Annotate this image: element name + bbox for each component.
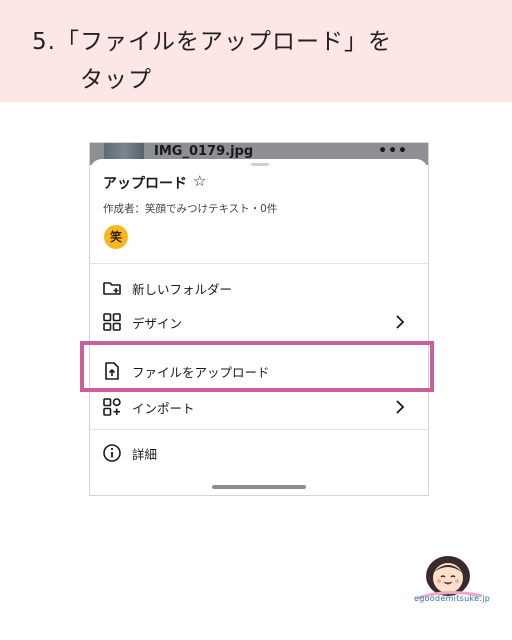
menu-label-new-folder: 新しいフォルダー — [132, 282, 233, 297]
menu-label-details: 詳細 — [132, 447, 158, 462]
divider — [90, 263, 428, 264]
menu-label-design: デザイン — [132, 316, 183, 331]
menu-item-design[interactable]: デザイン — [90, 304, 428, 340]
info-icon — [103, 444, 121, 462]
menu-item-new-folder[interactable]: 新しいフォルダー — [90, 270, 428, 306]
instruction-line-1: 5.「ファイルをアップロード」を — [32, 29, 392, 55]
more-options-icon[interactable]: ••• — [378, 143, 408, 159]
sheet-grabber[interactable] — [251, 163, 269, 166]
instruction-line-2: タップ — [80, 67, 152, 93]
logo-text: egoodemitsuke.jp — [414, 594, 491, 603]
menu-item-details[interactable]: 詳細 — [90, 435, 428, 471]
phone-screenshot: IMG_0179.jpg ••• アップロード ☆ 作成者：笑顔でみつけテキスト… — [89, 142, 429, 496]
folder-plus-icon — [103, 282, 121, 295]
menu-item-import[interactable]: インポート — [90, 389, 428, 425]
import-icon — [103, 398, 121, 416]
file-name: IMG_0179.jpg — [154, 144, 254, 159]
home-indicator[interactable] — [212, 485, 306, 489]
folder-meta: 作成者：笑顔でみつけテキスト・0件 — [103, 203, 278, 215]
menu-label-import: インポート — [132, 401, 195, 416]
star-icon[interactable]: ☆ — [193, 172, 206, 190]
sheet-title: アップロード — [103, 176, 187, 192]
chevron-right-icon — [396, 315, 405, 329]
instruction-banner: 5.「ファイルをアップロード」を タップ — [0, 0, 512, 102]
divider — [90, 429, 428, 430]
grid-icon — [103, 313, 121, 331]
chevron-right-icon — [396, 400, 405, 414]
avatar: 笑 — [104, 225, 128, 249]
action-sheet: アップロード ☆ 作成者：笑顔でみつけテキスト・0件 笑 新しいフォルダー デザ… — [90, 159, 428, 495]
highlight-box — [80, 341, 434, 392]
